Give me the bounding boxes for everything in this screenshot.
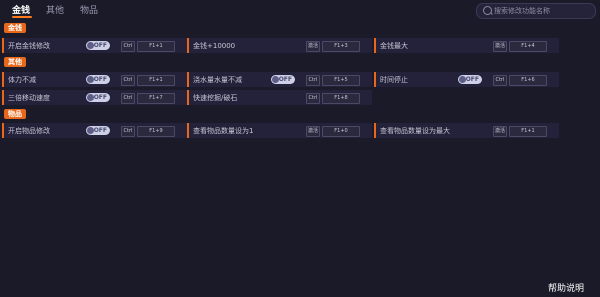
hotkey-button[interactable]: F1+0 bbox=[322, 126, 360, 137]
modifier-key-button[interactable]: Ctrl bbox=[306, 75, 320, 86]
row-item-set-max: 查看物品数量设为最大 激活 F1+1 bbox=[374, 123, 559, 138]
row-label: 时间停止 bbox=[380, 76, 408, 84]
help-link[interactable]: 帮助说明 bbox=[548, 281, 584, 294]
row-fast-mine: 快速挖掘/破石 Ctrl F1+8 bbox=[187, 90, 372, 105]
row-triple-speed: 三倍移动速度 OFF Ctrl F1+7 bbox=[2, 90, 187, 105]
toggle-switch[interactable]: OFF bbox=[271, 75, 295, 84]
row-label: 开启物品修改 bbox=[8, 127, 50, 135]
row-label: 三倍移动速度 bbox=[8, 94, 50, 102]
row-label: 查看物品数量设为1 bbox=[193, 127, 254, 135]
row-item-mod: 开启物品修改 OFF Ctrl F1+9 bbox=[2, 123, 187, 138]
row-label: 开启金钱修改 bbox=[8, 42, 50, 50]
row-stamina: 体力不减 OFF Ctrl F1+1 bbox=[2, 72, 187, 87]
row-item-set-1: 查看物品数量设为1 激活 F1+0 bbox=[187, 123, 372, 138]
hotkey-button[interactable]: F1+3 bbox=[322, 41, 360, 52]
activate-button[interactable]: 激活 bbox=[306, 126, 320, 137]
modifier-key-button[interactable]: Ctrl bbox=[493, 75, 507, 86]
tab-other[interactable]: 其他 bbox=[46, 3, 64, 16]
activate-button[interactable]: 激活 bbox=[306, 41, 320, 52]
top-bar: 金钱 其他 物品 bbox=[0, 0, 600, 19]
activate-button[interactable]: 激活 bbox=[493, 126, 507, 137]
row-time-stop: 时间停止 OFF Ctrl F1+6 bbox=[374, 72, 559, 87]
tab-money[interactable]: 金钱 bbox=[12, 3, 30, 16]
row-label: 浇水量水量不减 bbox=[193, 76, 242, 84]
active-tab-indicator bbox=[12, 16, 32, 18]
toggle-switch[interactable]: OFF bbox=[458, 75, 482, 84]
row-money-max: 金钱最大 激活 F1+4 bbox=[374, 38, 559, 53]
toggle-state: OFF bbox=[93, 94, 107, 101]
toggle-state: OFF bbox=[93, 76, 107, 83]
hotkey-button[interactable]: F1+1 bbox=[137, 75, 175, 86]
search-icon bbox=[483, 6, 492, 15]
search-input[interactable] bbox=[494, 5, 590, 16]
row-label: 金钱+10000 bbox=[193, 42, 236, 50]
section-title-money: 金钱 bbox=[4, 23, 26, 33]
modifier-key-button[interactable]: Ctrl bbox=[121, 93, 135, 104]
row-money-unlimited: 开启金钱修改 OFF Ctrl F1+1 bbox=[2, 38, 187, 53]
toggle-switch[interactable]: OFF bbox=[86, 41, 110, 50]
modifier-key-button[interactable]: Ctrl bbox=[306, 93, 320, 104]
activate-button[interactable]: 激活 bbox=[493, 41, 507, 52]
row-label: 查看物品数量设为最大 bbox=[380, 127, 450, 135]
hotkey-button[interactable]: F1+6 bbox=[509, 75, 547, 86]
row-label: 金钱最大 bbox=[380, 42, 408, 50]
toggle-switch[interactable]: OFF bbox=[86, 75, 110, 84]
section-title-items: 物品 bbox=[4, 109, 26, 119]
toggle-state: OFF bbox=[93, 127, 107, 134]
toggle-switch[interactable]: OFF bbox=[86, 93, 110, 102]
modifier-key-button[interactable]: Ctrl bbox=[121, 41, 135, 52]
tab-items[interactable]: 物品 bbox=[80, 3, 98, 16]
hotkey-button[interactable]: F1+9 bbox=[137, 126, 175, 137]
hotkey-button[interactable]: F1+1 bbox=[137, 41, 175, 52]
toggle-switch[interactable]: OFF bbox=[86, 126, 110, 135]
hotkey-button[interactable]: F1+8 bbox=[322, 93, 360, 104]
modifier-key-button[interactable]: Ctrl bbox=[121, 126, 135, 137]
hotkey-button[interactable]: F1+4 bbox=[509, 41, 547, 52]
row-money-add: 金钱+10000 激活 F1+3 bbox=[187, 38, 372, 53]
toggle-state: OFF bbox=[465, 76, 479, 83]
toggle-state: OFF bbox=[93, 42, 107, 49]
search-box[interactable] bbox=[476, 3, 596, 19]
hotkey-button[interactable]: F1+1 bbox=[509, 126, 547, 137]
hotkey-button[interactable]: F1+5 bbox=[322, 75, 360, 86]
row-label: 快速挖掘/破石 bbox=[193, 94, 238, 102]
row-label: 体力不减 bbox=[8, 76, 36, 84]
section-title-other: 其他 bbox=[4, 57, 26, 67]
modifier-key-button[interactable]: Ctrl bbox=[121, 75, 135, 86]
row-water: 浇水量水量不减 OFF Ctrl F1+5 bbox=[187, 72, 372, 87]
toggle-state: OFF bbox=[278, 76, 292, 83]
hotkey-button[interactable]: F1+7 bbox=[137, 93, 175, 104]
